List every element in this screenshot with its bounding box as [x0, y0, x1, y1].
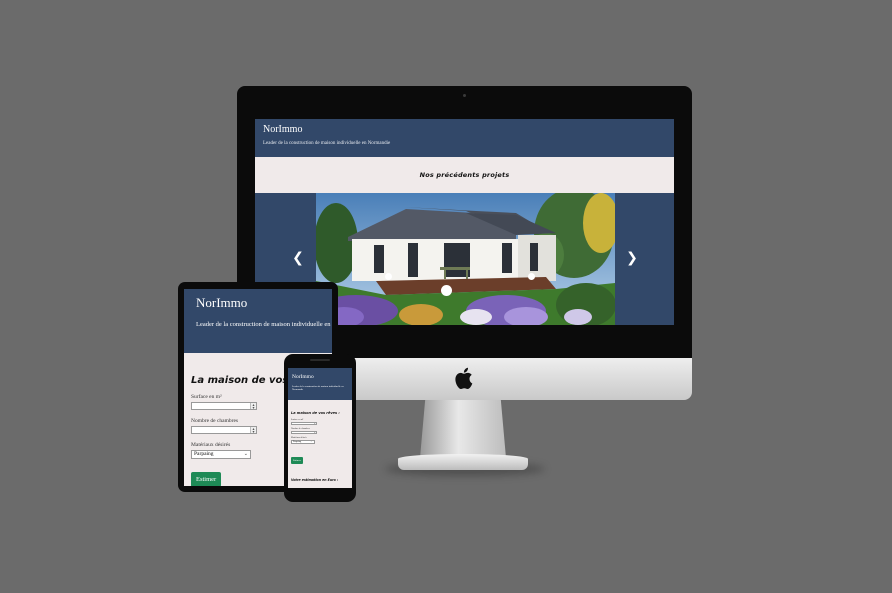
- carousel-prev-button[interactable]: ❮: [291, 251, 305, 265]
- carousel-indicator-3[interactable]: [528, 273, 535, 280]
- surface-input[interactable]: ▴ ▾: [191, 402, 257, 410]
- surface-label: Surface en m²: [291, 419, 304, 421]
- materials-select[interactable]: Parpaing ⌄: [191, 450, 251, 459]
- site-tagline: Leader de la construction de maison indi…: [263, 141, 391, 146]
- carousel-indicator-1[interactable]: [385, 273, 392, 280]
- materials-select-value: Parpaing: [293, 441, 302, 443]
- chevron-down-icon: ⌄: [243, 452, 248, 457]
- estimate-button[interactable]: Estimer: [191, 472, 222, 486]
- apple-logo-icon: [455, 367, 473, 390]
- materials-label: Matériaux désirés: [291, 437, 307, 439]
- imac-stand: [398, 400, 528, 472]
- bedrooms-input[interactable]: ▴ ▾: [191, 426, 257, 434]
- site-tagline: Leader de la construction de maison indi…: [196, 321, 332, 328]
- site-brand[interactable]: NorImmo: [196, 295, 320, 311]
- site-brand[interactable]: NorImmo: [292, 374, 348, 380]
- spinner-icon[interactable]: [314, 423, 316, 424]
- surface-input[interactable]: [291, 422, 317, 425]
- spinner-icon[interactable]: ▴ ▾: [250, 403, 256, 410]
- iphone-device: NorImmo Leader de la construction de mai…: [284, 354, 356, 502]
- materials-select-value: Parpaing: [194, 451, 214, 457]
- result-title: Votre estimation en Euro :: [291, 478, 339, 482]
- estimate-form: Surface en m² Nombre de chambres Matéria…: [288, 415, 352, 466]
- chevron-down-icon: ⌄: [310, 441, 312, 443]
- phone-screen: NorImmo Leader de la construction de mai…: [288, 368, 352, 488]
- site-brand[interactable]: NorImmo: [263, 124, 666, 135]
- bedrooms-input[interactable]: [291, 431, 317, 434]
- spinner-icon[interactable]: ▴ ▾: [250, 427, 256, 434]
- chevron-left-icon: ❮: [292, 250, 304, 266]
- materials-select[interactable]: Parpaing ⌄: [291, 440, 315, 444]
- section-title: Nos précédents projets: [419, 171, 510, 179]
- spinner-icon[interactable]: [314, 432, 316, 433]
- carousel-next-button[interactable]: ❯: [625, 251, 639, 265]
- speaker-icon: [310, 359, 330, 361]
- site-header: NorImmo Leader de la construction de mai…: [184, 289, 332, 353]
- camera-icon: [463, 94, 466, 97]
- estimate-button[interactable]: Estimer: [291, 457, 303, 464]
- bedrooms-label: Nombre de chambres: [291, 428, 310, 430]
- site-tagline: Leader de la construction de maison indi…: [292, 385, 344, 392]
- chevron-right-icon: ❯: [626, 250, 638, 266]
- carousel-indicator-2[interactable]: [441, 285, 452, 296]
- site-header: NorImmo Leader de la construction de mai…: [255, 119, 674, 157]
- site-header: NorImmo Leader de la construction de mai…: [288, 368, 352, 400]
- carousel-slide-image: [316, 193, 615, 325]
